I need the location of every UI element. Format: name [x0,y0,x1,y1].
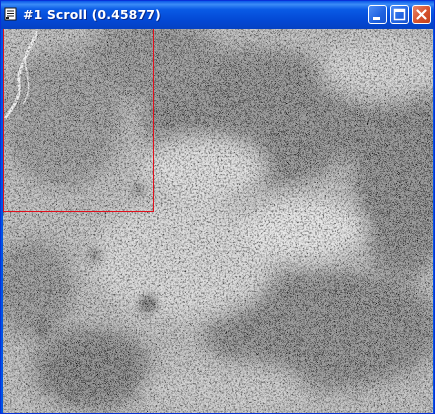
image-canvas[interactable] [3,29,433,413]
maximize-icon [393,8,406,21]
close-button[interactable] [412,5,431,24]
minimize-button[interactable] [368,5,387,24]
document-icon[interactable] [4,7,18,21]
minimize-icon [373,17,380,20]
selection-rectangle[interactable] [3,29,154,212]
maximize-button[interactable] [390,5,409,24]
title-bar[interactable]: #1 Scroll (0.45877) [1,1,434,29]
scroll-window: #1 Scroll (0.45877) [0,0,435,414]
close-icon [416,9,427,20]
window-title: #1 Scroll (0.45877) [23,7,161,22]
